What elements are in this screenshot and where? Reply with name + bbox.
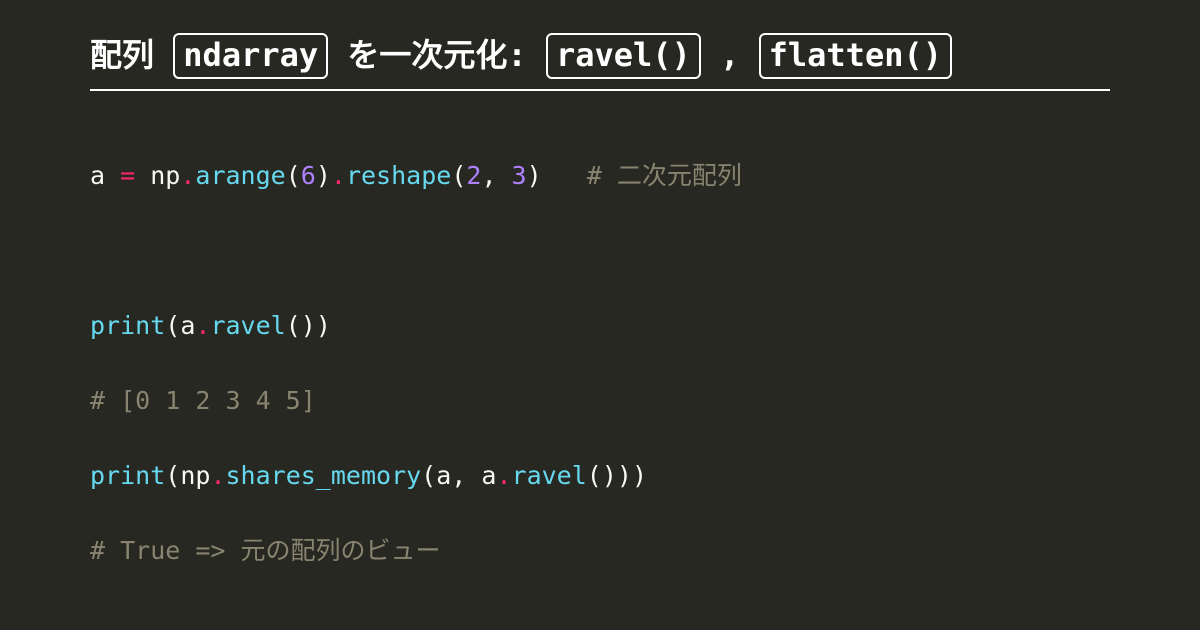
title-box-ndarray: ndarray (173, 33, 328, 79)
tok-var-a: a (481, 461, 496, 490)
code-line-1: a = np.arange(6).reshape(2, 3) # 二次元配列 (90, 157, 1110, 195)
tok-lparen: ( (451, 161, 466, 190)
code-line-5: print(np.shares_memory(a, a.ravel())) (90, 457, 1110, 495)
tok-lparen: ( (421, 461, 436, 490)
page-title: 配列 ndarray を一次元化: ravel() , flatten() (90, 30, 1110, 91)
tok-lparen: ( (165, 461, 180, 490)
tok-var-a: a (436, 461, 451, 490)
tok-rparen: ) (527, 161, 542, 190)
title-box-flatten: flatten() (759, 33, 952, 79)
code-line-blank (90, 232, 1110, 270)
tok-num-3: 3 (512, 161, 527, 190)
tok-rparen: ) (602, 461, 617, 490)
tok-comment: # 二次元配列 (587, 161, 742, 190)
tok-builtin-print: print (90, 461, 165, 490)
tok-comment: # True => 元の配列のビュー (90, 536, 441, 565)
tok-rparen: ) (301, 311, 316, 340)
tok-method-shares-memory: shares_memory (226, 461, 422, 490)
tok-space (542, 161, 587, 190)
tok-rparen: ) (316, 161, 331, 190)
tok-rparen: ) (617, 461, 632, 490)
tok-func-reshape: reshape (346, 161, 451, 190)
tok-func-arange: arange (195, 161, 285, 190)
tok-dot: . (195, 311, 210, 340)
tok-dot: . (180, 161, 195, 190)
tok-comma: , (481, 161, 511, 190)
tok-num-2: 2 (466, 161, 481, 190)
tok-comma: , (451, 461, 481, 490)
title-text-1: 配列 (90, 36, 154, 74)
code-block: a = np.arange(6).reshape(2, 3) # 二次元配列 p… (90, 119, 1110, 630)
tok-rparen: ) (632, 461, 647, 490)
tok-lparen: ( (286, 311, 301, 340)
tok-dot: . (331, 161, 346, 190)
tok-lparen: ( (587, 461, 602, 490)
tok-var-np: np (135, 161, 180, 190)
tok-comment: # [0 1 2 3 4 5] (90, 386, 316, 415)
tok-num-6: 6 (301, 161, 316, 190)
code-line-6: # True => 元の配列のビュー (90, 532, 1110, 570)
tok-var-a: a (90, 161, 120, 190)
tok-method-ravel: ravel (210, 311, 285, 340)
tok-lparen: ( (286, 161, 301, 190)
code-line-3: print(a.ravel()) (90, 307, 1110, 345)
title-comma: , (720, 36, 739, 74)
tok-var-a: a (180, 311, 195, 340)
title-box-ravel: ravel() (546, 33, 701, 79)
tok-var-np: np (180, 461, 210, 490)
tok-op-eq: = (120, 161, 135, 190)
tok-rparen: ) (316, 311, 331, 340)
title-text-2: を一次元化: (347, 36, 526, 74)
tok-lparen: ( (165, 311, 180, 340)
tok-builtin-print: print (90, 311, 165, 340)
tok-dot: . (210, 461, 225, 490)
tok-dot: . (496, 461, 511, 490)
code-line-4: # [0 1 2 3 4 5] (90, 382, 1110, 420)
code-line-blank (90, 607, 1110, 630)
tok-method-ravel: ravel (512, 461, 587, 490)
